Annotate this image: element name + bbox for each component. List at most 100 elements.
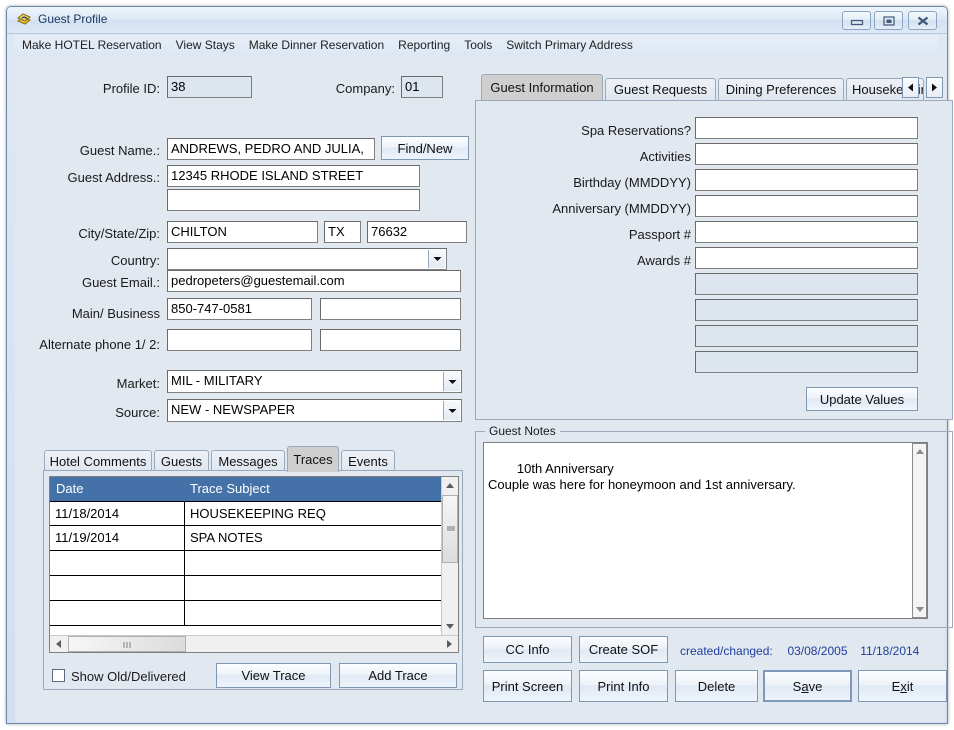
profile-id-field[interactable]: 38	[167, 76, 252, 98]
scroll-down-button[interactable]	[913, 602, 926, 617]
save-button[interactable]: Save	[763, 670, 852, 702]
created-changed-label: created/changed:	[680, 644, 773, 658]
view-trace-button[interactable]: View Trace	[216, 663, 331, 688]
menu-item-view-stays[interactable]: View Stays	[169, 35, 242, 55]
cell-date: 11/19/2014	[55, 530, 120, 545]
anniversary-field[interactable]	[695, 195, 918, 217]
tab-events[interactable]: Events	[341, 450, 395, 472]
column-header-date[interactable]: Date	[56, 481, 83, 496]
show-old-delivered-checkbox[interactable]	[52, 669, 65, 682]
spa-reservations-label: Spa Reservations?	[581, 123, 691, 138]
activities-field[interactable]	[695, 143, 918, 165]
tab-guests[interactable]: Guests	[154, 450, 209, 472]
guest-address-line2-field[interactable]	[167, 189, 420, 211]
cc-info-button[interactable]: CC Info	[483, 636, 572, 663]
update-values-button[interactable]: Update Values	[806, 387, 918, 411]
window-title: Guest Profile	[38, 12, 108, 26]
passport-field[interactable]	[695, 221, 918, 243]
tab-messages[interactable]: Messages	[211, 450, 285, 472]
scroll-left-button[interactable]	[50, 636, 67, 652]
source-combobox[interactable]: NEW - NEWSPAPER	[167, 399, 462, 422]
spa-reservations-field[interactable]	[695, 117, 918, 139]
table-row[interactable]: 11/18/2014 HOUSEKEEPING REQ	[50, 501, 443, 526]
extra-field-2[interactable]	[695, 299, 918, 321]
zip-field[interactable]: 76632	[367, 221, 467, 243]
company-label: Company:	[335, 81, 395, 96]
main-phone-field[interactable]: 850-747-0581	[167, 298, 312, 320]
city-field[interactable]: CHILTON	[167, 221, 318, 243]
scroll-up-button[interactable]	[442, 477, 458, 494]
profile-id-label: Profile ID:	[102, 81, 160, 96]
company-field[interactable]: 01	[401, 76, 443, 98]
column-divider	[184, 576, 185, 600]
alternate-phone-1-field[interactable]	[167, 329, 312, 351]
scroll-up-button[interactable]	[913, 444, 926, 459]
extra-field-4[interactable]	[695, 351, 918, 373]
created-changed-info: created/changed: 03/08/2005 11/18/2014	[680, 644, 919, 658]
birthday-field[interactable]	[695, 169, 918, 191]
chevron-down-icon[interactable]	[443, 401, 460, 420]
guest-notes-textarea[interactable]: 10th Anniversary Couple was here for hon…	[483, 442, 928, 619]
chevron-down-icon[interactable]	[428, 250, 445, 268]
menu-item-switch-primary-address[interactable]: Switch Primary Address	[499, 35, 640, 55]
column-divider	[184, 551, 185, 575]
create-sof-button[interactable]: Create SOF	[579, 636, 668, 663]
tab-dining-preferences[interactable]: Dining Preferences	[718, 78, 844, 100]
awards-field[interactable]	[695, 247, 918, 269]
extra-field-3[interactable]	[695, 325, 918, 347]
menu-item-tools[interactable]: Tools	[457, 35, 499, 55]
guest-address-label: Guest Address.:	[67, 170, 161, 185]
cell-subject: HOUSEKEEPING REQ	[190, 506, 326, 521]
tab-traces[interactable]: Traces	[287, 446, 339, 472]
tab-scroll-prev-button[interactable]	[902, 77, 919, 98]
alternate-phone-2-field[interactable]	[320, 329, 461, 351]
close-button[interactable]	[908, 11, 937, 30]
city-state-zip-label: City/State/Zip:	[78, 226, 160, 241]
table-row[interactable]	[50, 576, 443, 601]
scroll-right-button[interactable]	[441, 636, 458, 652]
exit-button[interactable]: Exit	[858, 670, 947, 702]
print-info-button[interactable]: Print Info	[579, 670, 668, 702]
maximize-button[interactable]	[874, 11, 903, 30]
traces-grid: Date Trace Subject 11/18/2014 HOUSEKEEPI…	[49, 476, 459, 653]
market-label: Market:	[116, 376, 160, 391]
add-trace-button[interactable]: Add Trace	[339, 663, 457, 688]
traces-grid-hscrollbar[interactable]	[50, 635, 458, 652]
table-row[interactable]	[50, 601, 443, 626]
column-header-trace-subject[interactable]: Trace Subject	[190, 481, 270, 496]
state-field[interactable]: TX	[324, 221, 361, 243]
menu-item-reporting[interactable]: Reporting	[391, 35, 457, 55]
guest-name-field[interactable]: ANDREWS, PEDRO AND JULIA,	[167, 138, 375, 160]
guest-profile-window: Guest Profile Make HOTEL Reservation View…	[6, 6, 953, 724]
tab-scroll-next-button[interactable]	[926, 77, 943, 98]
guest-address-line1-field[interactable]: 12345 RHODE ISLAND STREET	[167, 165, 420, 187]
tab-guest-information[interactable]: Guest Information	[481, 74, 603, 100]
title-bar: Guest Profile	[7, 7, 947, 34]
market-combobox[interactable]: MIL - MILITARY	[167, 370, 462, 393]
save-button-label: Save	[792, 678, 823, 694]
scroll-thumb[interactable]	[442, 495, 458, 563]
delete-button[interactable]: Delete	[675, 670, 758, 702]
guest-email-field[interactable]: pedropeters@guestemail.com	[167, 270, 461, 292]
table-row[interactable]	[50, 551, 443, 576]
minimize-button[interactable]	[842, 11, 871, 30]
table-row[interactable]: 11/19/2014 SPA NOTES	[50, 526, 443, 551]
menu-item-make-dinner-reservation[interactable]: Make Dinner Reservation	[242, 35, 391, 55]
print-screen-button[interactable]: Print Screen	[483, 670, 572, 702]
chevron-down-icon[interactable]	[443, 372, 460, 391]
guest-notes-vscrollbar[interactable]	[912, 443, 927, 618]
country-combobox[interactable]	[167, 248, 447, 270]
find-new-button[interactable]: Find/New	[381, 136, 469, 160]
tab-hotel-comments[interactable]: Hotel Comments	[44, 450, 152, 472]
traces-grid-vscrollbar[interactable]	[441, 477, 458, 635]
scroll-down-button[interactable]	[442, 618, 458, 635]
traces-tabstrip: Hotel Comments Guests Messages Traces Ev…	[43, 446, 463, 472]
awards-label: Awards #	[637, 253, 691, 268]
client-area: Profile ID: 38 Company: 01 Guest Name.: …	[15, 56, 953, 722]
menu-item-make-hotel-reservation[interactable]: Make HOTEL Reservation	[15, 35, 169, 55]
business-phone-field[interactable]	[320, 298, 461, 320]
extra-field-1[interactable]	[695, 273, 918, 295]
scroll-thumb[interactable]	[68, 636, 186, 652]
exit-button-label: Exit	[891, 678, 914, 694]
tab-guest-requests[interactable]: Guest Requests	[605, 78, 716, 100]
